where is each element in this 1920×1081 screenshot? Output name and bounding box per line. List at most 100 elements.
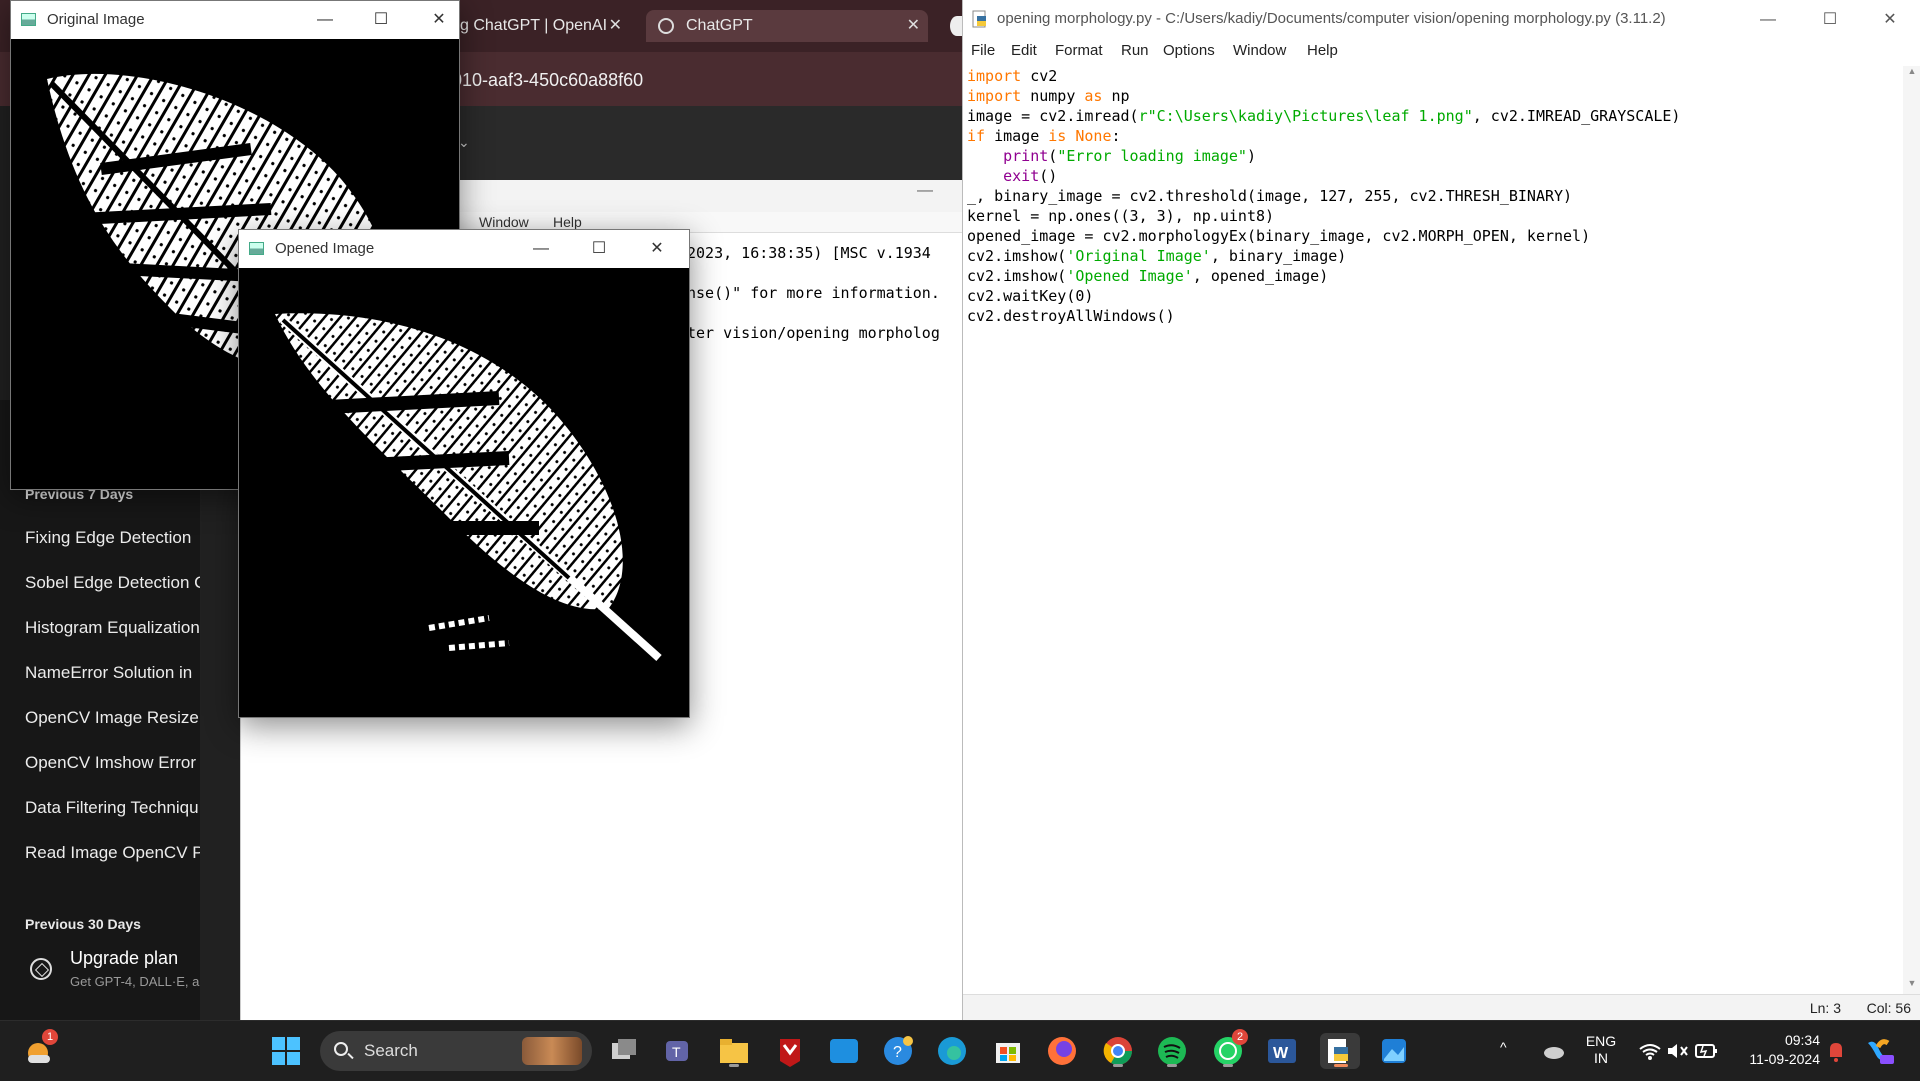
history-item[interactable]: Read Image OpenCV P (25, 843, 200, 863)
history-item[interactable]: Sobel Edge Detection C (25, 573, 200, 593)
code-line: opened_image = cv2.morphologyEx(binary_i… (967, 227, 1591, 245)
word-icon[interactable]: W (1264, 1033, 1300, 1069)
minimize-button[interactable]: — (917, 182, 933, 200)
microsoft-store-icon[interactable] (990, 1033, 1026, 1069)
close-button[interactable]: ✕ (633, 234, 681, 264)
menu-run[interactable]: Run (1121, 42, 1149, 59)
myhp-icon[interactable] (826, 1033, 862, 1069)
menu-edit[interactable]: Edit (1011, 42, 1037, 59)
search-icon (334, 1042, 348, 1056)
close-tab-icon[interactable]: ✕ (609, 10, 622, 42)
maximize-button[interactable]: ☐ (575, 234, 623, 264)
browser-tab-openai[interactable]: g ChatGPT | OpenAI ✕ (460, 10, 630, 42)
history-item[interactable]: NameError Solution in (25, 663, 200, 683)
history-item[interactable]: OpenCV Imshow Error (25, 753, 200, 773)
opened-image-window[interactable]: Opened Image — ☐ ✕ (238, 229, 690, 718)
keyword: import (967, 67, 1022, 85)
history-item[interactable]: OpenCV Image Resize (25, 708, 200, 728)
notification-badge: 2 (1232, 1029, 1248, 1045)
code-line: if image is None: (967, 126, 1897, 146)
url-text[interactable]: 010-aaf3-450c60a88f60 (452, 70, 643, 91)
task-view-icon[interactable] (606, 1033, 642, 1069)
python-idle-icon[interactable] (1320, 1033, 1360, 1069)
code-line: exit() (967, 166, 1897, 186)
maximize-button[interactable]: ☐ (1807, 6, 1853, 34)
edge-icon[interactable] (934, 1033, 970, 1069)
browser-tab-chatgpt[interactable]: ChatGPT ✕ (646, 10, 928, 42)
mcafee-icon[interactable] (772, 1033, 808, 1069)
editor-menubar: File Edit Format Run Options Window Help (963, 40, 1920, 64)
keyword: as (1084, 87, 1103, 105)
window-titlebar[interactable]: Opened Image — ☐ ✕ (239, 230, 689, 268)
shell-output-line: 2023, 16:38:35) [MSC v.1934 (687, 244, 931, 262)
file-explorer-icon[interactable] (716, 1033, 752, 1069)
menu-file[interactable]: File (971, 42, 995, 59)
code-line: print("Error loading image") (967, 146, 1897, 166)
code-text: np (1102, 87, 1130, 105)
show-hidden-icons-chevron[interactable]: ^ (1500, 1039, 1507, 1055)
editor-titlebar: opening morphology.py - C:/Users/kadiy/D… (963, 0, 1920, 40)
close-button[interactable]: ✕ (1867, 6, 1913, 34)
taskbar-search[interactable]: Search (320, 1031, 592, 1071)
shell-output-line: ter vision/opening morpholog (687, 324, 940, 342)
date: 11-09-2024 (1749, 1051, 1820, 1067)
menu-help[interactable]: Help (1307, 42, 1338, 59)
leaf-image (275, 313, 662, 661)
upgrade-plan-button[interactable]: Upgrade plan Get GPT-4, DALL·E, a (20, 948, 200, 998)
code-line: kernel = np.ones((3, 3), np.uint8) (967, 207, 1275, 225)
weather-widget-icon[interactable]: 1 (22, 1029, 58, 1069)
firefox-icon[interactable] (1044, 1033, 1080, 1069)
column-number: Col: 56 (1866, 1000, 1911, 1016)
menu-options[interactable]: Options (1163, 42, 1215, 59)
minimize-button[interactable]: — (1745, 6, 1791, 34)
code-line: cv2.imshow('Opened Image', opened_image) (967, 266, 1897, 286)
clock[interactable]: 09:34 11-09-2024 (1728, 1031, 1820, 1069)
copilot-icon[interactable] (1860, 1033, 1896, 1069)
code-editor[interactable]: import cv2 import numpy as np image = cv2.… (967, 66, 1897, 994)
teams-icon[interactable]: T (660, 1033, 696, 1069)
tab-label: g ChatGPT | OpenAI (460, 17, 608, 34)
window-title: opening morphology.py - C:/Users/kadiy/D… (997, 10, 1666, 27)
code-text: cv2.imshow( (967, 247, 1067, 265)
code-text: , cv2.IMREAD_GRAYSCALE) (1472, 107, 1681, 125)
string-literal: "Error loading image" (1057, 147, 1247, 165)
battery-icon[interactable] (1688, 1033, 1724, 1069)
scroll-up-arrow-icon[interactable]: ▲ (1903, 66, 1920, 80)
image-window-icon (249, 242, 264, 255)
menu-format[interactable]: Format (1055, 42, 1103, 59)
keyword: None (1075, 127, 1112, 145)
language-indicator[interactable]: ENG IN (1584, 1033, 1618, 1067)
maximize-button[interactable]: ☐ (357, 5, 405, 35)
code-text: image (985, 127, 1049, 145)
window-titlebar[interactable]: Original Image — ☐ ✕ (11, 1, 459, 39)
string-literal: r"C:\Users\kadiy\Pictures\leaf 1.png" (1138, 107, 1473, 125)
history-item[interactable]: Histogram Equalization (25, 618, 200, 638)
language-code: ENG (1585, 1033, 1617, 1049)
close-button[interactable]: ✕ (415, 5, 463, 35)
spotify-icon[interactable] (1154, 1033, 1190, 1069)
history-item[interactable]: Data Filtering Techniqu (25, 798, 200, 818)
photos-icon[interactable] (1376, 1033, 1412, 1069)
menu-window[interactable]: Window (1233, 42, 1286, 59)
vertical-scrollbar[interactable]: ▲ ▼ (1903, 66, 1920, 994)
scroll-down-arrow-icon[interactable]: ▼ (1903, 978, 1920, 992)
builtin: exit (1003, 167, 1040, 185)
code-line: cv2.imshow('Original Image', binary_imag… (967, 246, 1897, 266)
start-button[interactable] (268, 1033, 304, 1069)
keyword: if (967, 127, 986, 145)
notification-bell-icon[interactable] (1818, 1033, 1854, 1069)
minimize-button[interactable]: — (301, 5, 349, 35)
help-icon[interactable]: ? (880, 1033, 916, 1069)
close-tab-icon[interactable]: ✕ (907, 10, 920, 42)
python-file-icon (972, 10, 986, 28)
onedrive-icon[interactable] (1536, 1033, 1572, 1069)
menu-window[interactable]: Window (479, 214, 529, 230)
minimize-button[interactable]: — (517, 234, 565, 264)
history-item[interactable]: Fixing Edge Detection (25, 528, 200, 548)
chrome-icon[interactable] (1100, 1033, 1136, 1069)
string-literal: 'Opened Image' (1066, 267, 1193, 285)
whatsapp-icon[interactable]: 2 (1210, 1029, 1248, 1069)
code-text: cv2.imshow( (967, 267, 1067, 285)
menu-help[interactable]: Help (553, 214, 582, 230)
